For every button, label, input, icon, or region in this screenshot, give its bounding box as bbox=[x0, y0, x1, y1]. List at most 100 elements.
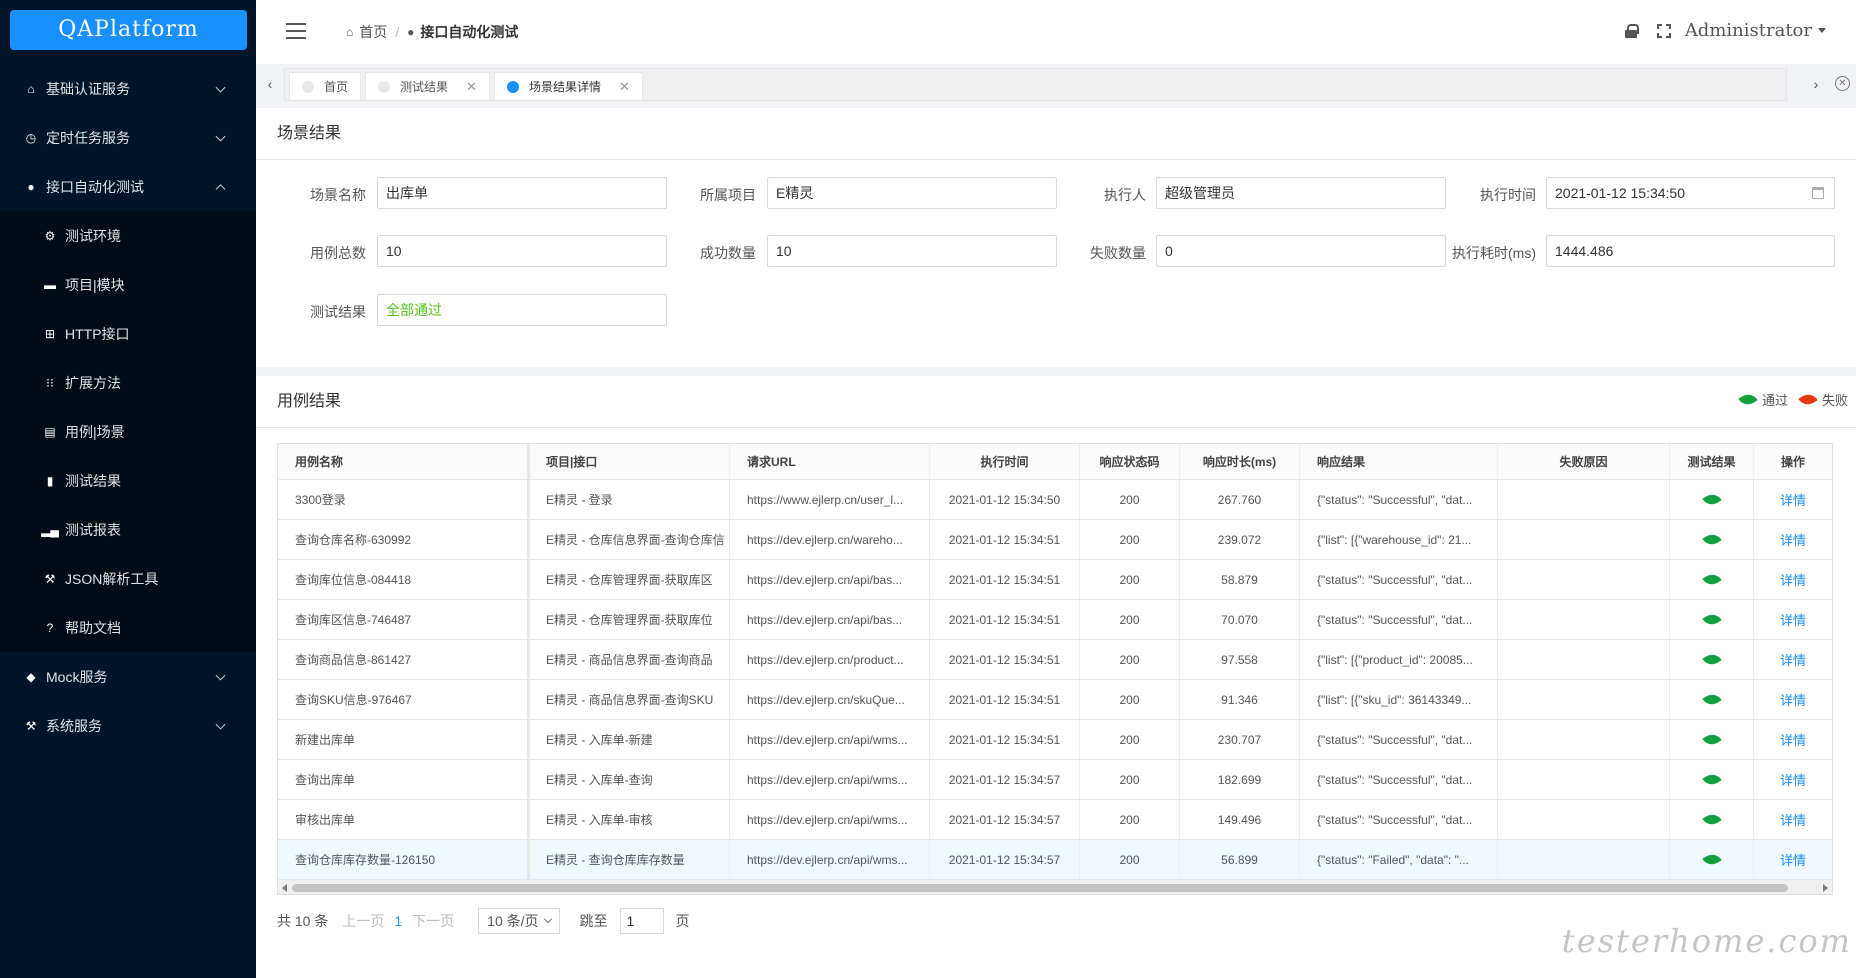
column-header: 响应结果 bbox=[1300, 444, 1498, 479]
project-field[interactable]: E精灵 bbox=[767, 177, 1057, 209]
cell-op: 详情 bbox=[1754, 680, 1832, 719]
detail-link[interactable]: 详情 bbox=[1780, 810, 1806, 829]
sidebar-subitem-label: 扩展方法 bbox=[65, 374, 121, 391]
detail-link[interactable]: 详情 bbox=[1780, 490, 1806, 509]
table-row: 查询SKU信息-976467 E精灵 - 商品信息界面-查询SKU https://… bbox=[278, 680, 1832, 720]
sidebar-subitem-0[interactable]: ⚙ 测试环境 bbox=[0, 211, 256, 260]
api-icon: ⊞ bbox=[44, 326, 56, 341]
sidebar: QAPlatform ⌂ 基础认证服务 ◷ 定时任务服务 ● 接口自动化测试 ⚙ 测试环境 ▬ 项… bbox=[0, 0, 256, 978]
cell-url: https://dev.ejlerp.cn/api/wms... bbox=[730, 760, 930, 799]
cell-name: 查询出库单 bbox=[278, 760, 530, 799]
tab-2[interactable]: 场景结果详情 ✕ bbox=[493, 72, 643, 100]
clock-icon: ◷ bbox=[25, 130, 37, 145]
detail-link[interactable]: 详情 bbox=[1780, 770, 1806, 789]
user-menu[interactable]: Administrator bbox=[1685, 20, 1812, 41]
sidebar-subitem-2[interactable]: ⊞ HTTP接口 bbox=[0, 309, 256, 358]
caret-down-icon[interactable] bbox=[1818, 28, 1826, 33]
detail-link[interactable]: 详情 bbox=[1780, 610, 1806, 629]
sidebar-subitem-7[interactable]: ⚒ JSON解析工具 bbox=[0, 554, 256, 603]
success-label: 成功数量 bbox=[700, 245, 756, 261]
chevron-up-icon bbox=[215, 183, 226, 194]
lock-icon[interactable] bbox=[1624, 23, 1639, 38]
success-field[interactable]: 10 bbox=[767, 235, 1057, 267]
cell-duration: 182.699 bbox=[1180, 760, 1300, 799]
close-icon[interactable]: ✕ bbox=[619, 79, 630, 95]
scroll-left-icon[interactable] bbox=[282, 884, 287, 892]
sidebar-item-label: Mock服务 bbox=[46, 668, 108, 685]
result-field[interactable]: 全部通过 bbox=[377, 294, 667, 326]
breadcrumb-home[interactable]: 首页 bbox=[359, 22, 387, 42]
cell-duration: 91.346 bbox=[1180, 680, 1300, 719]
column-header: 操作 bbox=[1780, 455, 1805, 469]
sidebar-subitem-3[interactable]: ⁝⁝ 扩展方法 bbox=[0, 358, 256, 407]
table-body: 3300登录 E精灵 - 登录 https://www.ejlerp.cn/user… bbox=[278, 480, 1832, 880]
detail-link[interactable]: 详情 bbox=[1780, 850, 1806, 869]
sidebar-subitem-6[interactable]: ▂▄ 测试报表 bbox=[0, 505, 256, 554]
cell-code: 200 bbox=[1080, 720, 1180, 759]
sidebar-subitem-5[interactable]: ▮ 测试结果 bbox=[0, 456, 256, 505]
sidebar-subitem-label: 帮助文档 bbox=[65, 619, 121, 636]
close-all-tabs-icon[interactable]: ✕ bbox=[1835, 76, 1850, 91]
file-icon: ▮ bbox=[46, 473, 54, 488]
exec-time-field[interactable]: 2021-01-12 15:34:50 bbox=[1546, 177, 1835, 209]
duration-field[interactable]: 1444.486 bbox=[1546, 235, 1835, 267]
breadcrumb-current: 接口自动化测试 bbox=[420, 24, 519, 40]
scroll-right-icon[interactable] bbox=[1823, 884, 1828, 892]
blob-icon: ● bbox=[407, 25, 415, 39]
cell-url: https://dev.ejlerp.cn/wareho... bbox=[730, 520, 930, 559]
breadcrumb-separator: / bbox=[395, 24, 400, 40]
next-page-button[interactable]: 下一页 bbox=[412, 911, 454, 931]
jump-input[interactable]: 1 bbox=[619, 908, 664, 934]
cell-time: 2021-01-12 15:34:51 bbox=[930, 680, 1080, 719]
sidebar-subitem-label: JSON解析工具 bbox=[65, 570, 159, 587]
cell-name: 3300登录 bbox=[278, 480, 530, 519]
table-row: 查询商品信息-861427 E精灵 - 商品信息界面-查询商品 https://de… bbox=[278, 640, 1832, 680]
sidebar-subitem-4[interactable]: ▤ 用例|场景 bbox=[0, 407, 256, 456]
sidebar-subitem-label: 测试结果 bbox=[65, 472, 121, 489]
page-size-select[interactable]: 10 条/页 bbox=[478, 908, 560, 934]
cell-op: 详情 bbox=[1754, 560, 1832, 599]
watermark: testerhome.com bbox=[1561, 922, 1852, 960]
sidebar-item-0[interactable]: ⌂ 基础认证服务 bbox=[0, 64, 256, 113]
calendar-icon[interactable] bbox=[1812, 187, 1824, 199]
cell-code: 200 bbox=[1080, 800, 1180, 839]
detail-link[interactable]: 详情 bbox=[1780, 730, 1806, 749]
close-icon[interactable]: ✕ bbox=[466, 79, 477, 95]
cell-op: 详情 bbox=[1754, 600, 1832, 639]
tab-dot-icon bbox=[506, 80, 519, 93]
detail-link[interactable]: 详情 bbox=[1780, 570, 1806, 589]
prev-page-button[interactable]: 上一页 bbox=[342, 911, 384, 931]
scrollbar-thumb[interactable] bbox=[292, 884, 1788, 892]
sidebar-subitem-8[interactable]: ? 帮助文档 bbox=[0, 603, 256, 652]
tab-1[interactable]: 测试结果 ✕ bbox=[365, 72, 490, 100]
sidebar-item-3[interactable]: ◆ Mock服务 bbox=[0, 652, 256, 701]
cell-result bbox=[1670, 600, 1754, 639]
hammer-icon: ⚒ bbox=[44, 571, 56, 586]
pass-leaf-icon bbox=[1701, 650, 1722, 669]
cell-response: {"status": "Successful", "dat... bbox=[1300, 560, 1498, 599]
app-logo[interactable]: QAPlatform bbox=[10, 10, 247, 50]
fullscreen-icon[interactable] bbox=[1656, 23, 1671, 38]
cell-project: E精灵 - 入库单-新建 bbox=[530, 720, 730, 759]
cell-duration: 58.879 bbox=[1180, 560, 1300, 599]
detail-link[interactable]: 详情 bbox=[1780, 690, 1806, 709]
tab-scroll-left-icon[interactable]: ‹ bbox=[258, 68, 282, 100]
tab-label: 测试结果 bbox=[400, 80, 449, 94]
cell-code: 200 bbox=[1080, 640, 1180, 679]
sidebar-item-4[interactable]: ⚒ 系统服务 bbox=[0, 701, 256, 750]
tab-0[interactable]: 首页 bbox=[289, 72, 362, 100]
sidebar-item-1[interactable]: ◷ 定时任务服务 bbox=[0, 113, 256, 162]
sidebar-subitem-1[interactable]: ▬ 项目|模块 bbox=[0, 260, 256, 309]
detail-link[interactable]: 详情 bbox=[1780, 530, 1806, 549]
cell-fail_reason bbox=[1498, 720, 1670, 759]
horizontal-scrollbar[interactable] bbox=[278, 880, 1832, 894]
case-icon: ▤ bbox=[44, 424, 56, 439]
menu-toggle-icon[interactable] bbox=[286, 23, 306, 39]
table-row: 审核出库单 E精灵 - 入库单-审核 https://dev.ejlerp.cn/a… bbox=[278, 800, 1832, 840]
tab-scroll-right-icon[interactable]: › bbox=[1804, 68, 1828, 100]
sidebar-item-2[interactable]: ● 接口自动化测试 bbox=[0, 162, 256, 211]
cell-code: 200 bbox=[1080, 840, 1180, 879]
detail-link[interactable]: 详情 bbox=[1780, 650, 1806, 669]
cell-response: {"list": [{"warehouse_id": 21... bbox=[1300, 520, 1498, 559]
page-1[interactable]: 1 bbox=[394, 913, 402, 929]
